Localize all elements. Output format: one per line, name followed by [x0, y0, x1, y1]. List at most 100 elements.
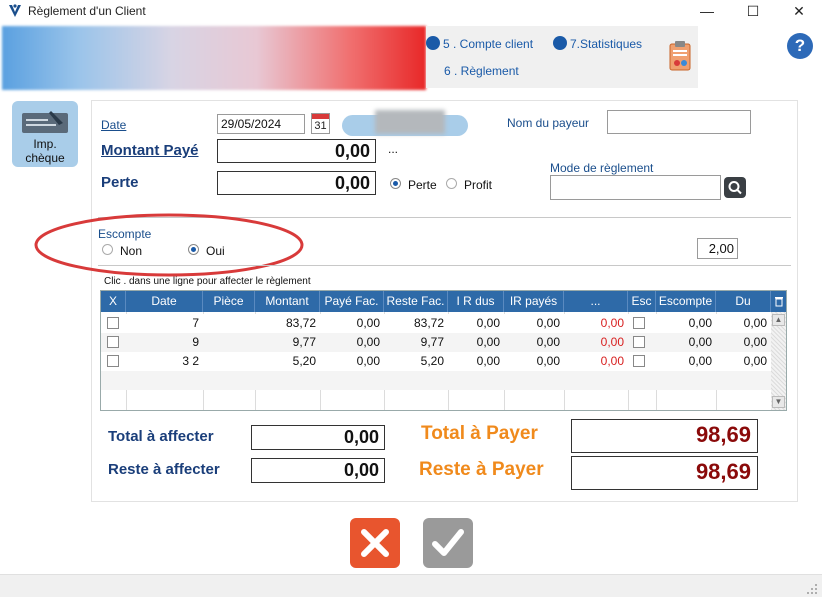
col-date[interactable]: Date — [126, 291, 203, 312]
checkmark-icon — [432, 529, 464, 556]
circle-icon — [426, 36, 440, 50]
payer-name-input[interactable] — [607, 110, 751, 134]
perte-radio[interactable] — [390, 178, 401, 189]
calendar-icon[interactable]: 31 — [311, 113, 330, 134]
total-affecter-label: Total à affecter — [108, 428, 214, 445]
table-row[interactable]: 9 9,77 0,00 9,77 0,00 0,00 0,00 0,00 0,0… — [101, 333, 771, 352]
payer-name-label: Nom du payeur — [507, 116, 590, 130]
cell-dots: 0,00 — [600, 316, 624, 330]
table-row[interactable]: 7 83,72 0,00 83,72 0,00 0,00 0,00 0,00 0… — [101, 314, 771, 333]
row-select-checkbox[interactable] — [107, 355, 119, 367]
maximize-button[interactable]: ☐ — [730, 0, 776, 22]
reste-affecter-label: Reste à affecter — [108, 461, 220, 478]
perte-input[interactable]: 0,00 — [217, 171, 376, 195]
calendar-day: 31 — [314, 120, 327, 132]
montant-paye-input[interactable]: 0,00 — [217, 139, 376, 163]
col-ir-dus[interactable]: I R dus — [448, 291, 504, 312]
cancel-button[interactable] — [350, 518, 400, 568]
total-payer-value: 98,69 — [571, 419, 758, 453]
row-select-checkbox[interactable] — [107, 336, 119, 348]
date-input[interactable]: 29/05/2024 — [217, 114, 305, 134]
nav-compte-client-label: 5 . Compte client — [443, 37, 534, 51]
profit-radio[interactable] — [446, 178, 457, 189]
nav-compte-client-link[interactable]: 5 . Compte client — [426, 36, 533, 51]
col-ir-payes[interactable]: IR payés — [504, 291, 564, 312]
col-paye-fac[interactable]: Payé Fac. — [320, 291, 384, 312]
cell-date: 9 — [192, 335, 199, 349]
cell-escompte: 0,00 — [688, 354, 712, 368]
total-affecter-value: 0,00 — [251, 425, 385, 450]
cell-ir-payes: 0,00 — [536, 335, 560, 349]
reste-affecter-value: 0,00 — [251, 458, 385, 483]
cell-paye: 0,00 — [356, 316, 380, 330]
col-dots[interactable]: ... — [564, 291, 628, 312]
row-esc-checkbox[interactable] — [633, 355, 645, 367]
grid-scrollbar[interactable]: ▲ ▼ — [771, 312, 786, 410]
close-icon — [361, 529, 389, 557]
scroll-up-icon[interactable]: ▲ — [772, 314, 785, 326]
nav-statistiques-label: 7.Statistiques — [570, 37, 643, 51]
scroll-down-icon[interactable]: ▼ — [772, 396, 785, 408]
status-bar — [0, 574, 822, 597]
resize-grip-icon[interactable] — [806, 583, 818, 595]
payer-pill — [342, 110, 468, 136]
close-window-button[interactable]: ✕ — [776, 0, 822, 22]
grid-hint: Clic . dans une ligne pour affecter le r… — [104, 276, 311, 287]
cell-date: 7 — [192, 316, 199, 330]
cell-dots: 0,00 — [600, 354, 624, 368]
window-title: Règlement d'un Client — [28, 4, 146, 18]
nav-statistiques-link[interactable]: 7.Statistiques — [553, 36, 642, 51]
row-esc-checkbox[interactable] — [633, 317, 645, 329]
row-select-checkbox[interactable] — [107, 317, 119, 329]
title-bar: Règlement d'un Client — ☐ ✕ — [0, 0, 822, 22]
mode-reglement-input[interactable] — [550, 175, 721, 200]
profit-radio-label: Profit — [464, 178, 493, 192]
reste-payer-value: 98,69 — [571, 456, 758, 490]
cell-date: 3 2 — [182, 354, 199, 368]
grid-header: X Date Pièce Montant Payé Fac. Reste Fac… — [101, 291, 786, 312]
help-button[interactable]: ? — [787, 33, 813, 59]
cell-piece — [203, 314, 255, 333]
cell-ir-dus: 0,00 — [476, 335, 500, 349]
col-montant[interactable]: Montant — [255, 291, 320, 312]
confirm-button[interactable] — [423, 518, 473, 568]
clipboard-icon[interactable] — [668, 40, 692, 72]
cell-paye: 0,00 — [356, 354, 380, 368]
cell-montant: 9,77 — [292, 335, 316, 349]
cheque-icon — [22, 111, 68, 133]
col-piece[interactable]: Pièce — [203, 291, 255, 312]
col-x[interactable]: X — [101, 291, 126, 312]
table-row-empty — [101, 371, 771, 390]
montant-paye-label: Montant Payé — [101, 142, 199, 159]
total-payer-label: Total à Payer — [421, 423, 538, 444]
search-button[interactable] — [724, 177, 746, 198]
col-escompte[interactable]: Escompte — [656, 291, 716, 312]
cell-montant: 5,20 — [292, 354, 316, 368]
table-row[interactable]: 3 2 5,20 0,00 5,20 0,00 0,00 0,00 0,00 0… — [101, 352, 771, 371]
cell-du: 0,00 — [743, 354, 767, 368]
montant-paye-text: Montant Payé — [101, 142, 199, 159]
reste-payer-label: Reste à Payer — [419, 459, 544, 480]
print-cheque-label: Imp. chèque — [25, 137, 65, 165]
row-esc-checkbox[interactable] — [633, 336, 645, 348]
cell-dots: 0,00 — [600, 335, 624, 349]
cell-ir-payes: 0,00 — [536, 316, 560, 330]
col-esc[interactable]: Esc — [628, 291, 656, 312]
date-label: Date — [101, 118, 127, 132]
cell-ir-dus: 0,00 — [476, 354, 500, 368]
col-du[interactable]: Du — [716, 291, 771, 312]
search-icon — [728, 181, 742, 195]
cell-du: 0,00 — [743, 335, 767, 349]
col-reste-fac[interactable]: Reste Fac. — [384, 291, 448, 312]
header-banner-image — [2, 26, 426, 90]
montant-more-button[interactable]: ... — [388, 142, 398, 156]
nav-reglement-link[interactable]: 6 . Règlement — [444, 64, 519, 78]
print-cheque-button[interactable]: Imp. chèque — [12, 101, 78, 167]
cell-ir-payes: 0,00 — [536, 354, 560, 368]
cell-reste: 83,72 — [413, 316, 444, 330]
mode-reglement-label: Mode de règlement — [550, 161, 654, 175]
escompte-rate-input[interactable]: 2,00 — [697, 238, 738, 259]
invoice-grid: X Date Pièce Montant Payé Fac. Reste Fac… — [100, 290, 787, 411]
trash-icon[interactable] — [771, 291, 786, 312]
minimize-button[interactable]: — — [684, 0, 730, 22]
